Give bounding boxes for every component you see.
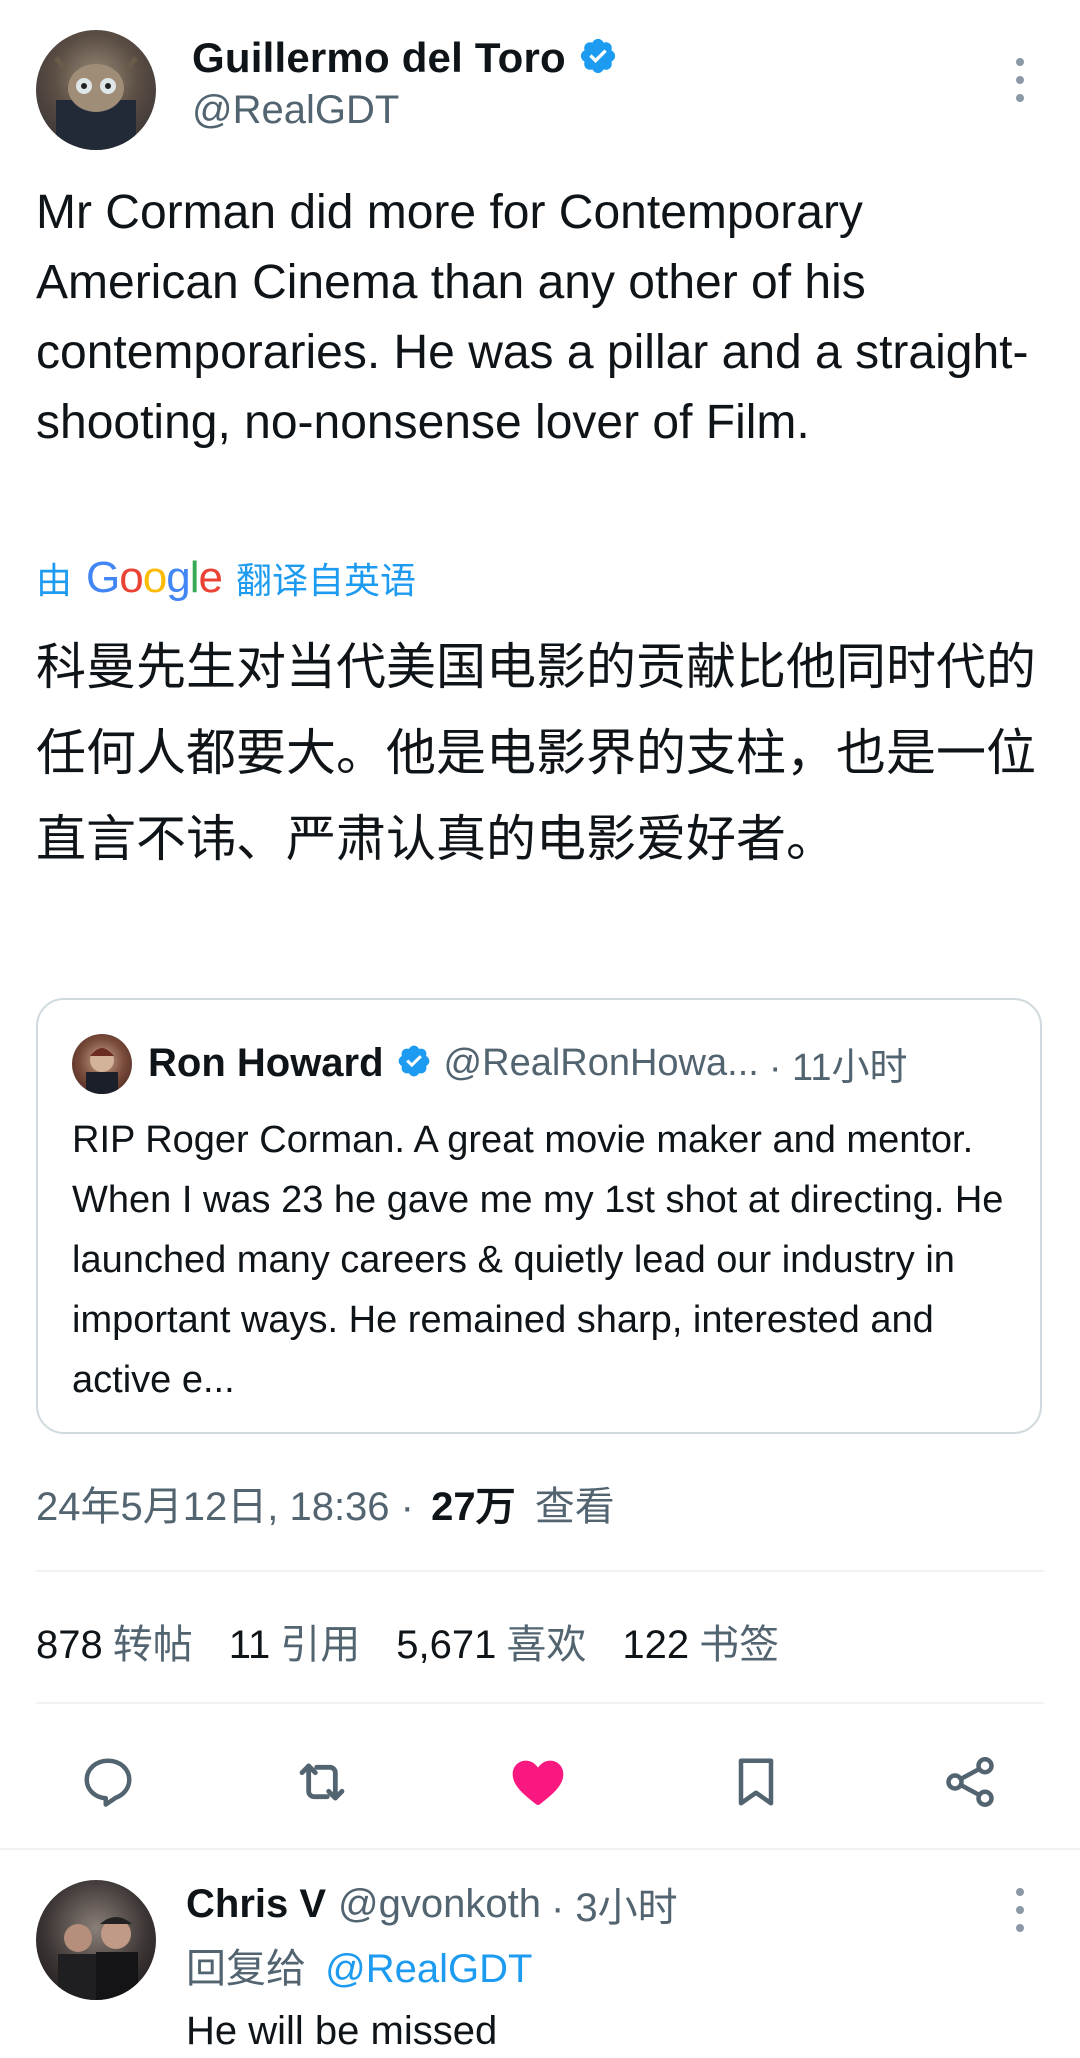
translate-link[interactable]: 由 Google 翻译自英语 — [36, 548, 416, 608]
divider — [36, 1570, 1044, 1572]
reply-more-options-icon[interactable] — [1014, 1888, 1026, 1932]
reply-icon — [84, 1758, 132, 1807]
reply-text: He will be missed — [186, 2009, 498, 2053]
retweet-button[interactable] — [282, 1742, 362, 1822]
reply-author-handle[interactable]: @gvonkoth — [338, 1882, 541, 1927]
bookmark-icon — [738, 1758, 774, 1806]
stat-quotes[interactable]: 11 引用 — [229, 1612, 361, 1670]
views-count: 27万 — [431, 1485, 516, 1529]
reply-to-handle-link[interactable]: @RealGDT — [325, 1947, 532, 1991]
quote-text: RIP Roger Corman. A great movie maker an… — [72, 1119, 1004, 1401]
reply-time: · 3小时 — [551, 1886, 678, 1930]
author-avatar[interactable] — [36, 30, 156, 150]
share-icon — [946, 1757, 994, 1807]
quoted-tweet-card[interactable]: Ron Howard @RealRonHowa... · 11小时 RIP Ro… — [36, 998, 1042, 1434]
views-label: 查看 — [534, 1485, 615, 1529]
tweet-timestamp: 24年5月12日, 18:36 · — [36, 1485, 414, 1529]
quote-verified-badge-icon — [396, 1043, 432, 1084]
divider — [36, 1702, 1044, 1704]
stat-bookmarks[interactable]: 122 书签 — [622, 1612, 779, 1670]
stat-reposts[interactable]: 878 转帖 — [36, 1612, 193, 1670]
reply-author-avatar[interactable] — [36, 1880, 156, 2000]
reply-to-prefix: 回复给 — [186, 1947, 306, 1991]
tweet-meta: 24年5月12日, 18:36 · 27万 查看 — [36, 1474, 615, 1532]
author-handle[interactable]: @RealGDT — [192, 88, 399, 133]
reply-to-line: 回复给 @RealGDT — [186, 1936, 532, 1994]
translate-suffix: 翻译自英语 — [235, 560, 416, 601]
bookmark-button[interactable] — [716, 1742, 796, 1822]
quote-author-name[interactable]: Ron Howard — [148, 1041, 384, 1086]
like-button[interactable] — [498, 1742, 578, 1822]
like-icon — [512, 1760, 564, 1805]
retweet-icon — [299, 1763, 345, 1801]
translate-prefix: 由 — [36, 560, 73, 601]
reply-author-name[interactable]: Chris V — [186, 1882, 326, 1927]
author-name[interactable]: Guillermo del Toro — [192, 34, 566, 82]
stat-likes[interactable]: 5,671 喜欢 — [396, 1612, 586, 1670]
section-divider — [0, 1848, 1080, 1850]
verified-badge-icon — [578, 36, 618, 81]
more-options-icon[interactable] — [1014, 58, 1026, 102]
share-button[interactable] — [930, 1742, 1010, 1822]
reply-button[interactable] — [68, 1742, 148, 1822]
quote-author-handle[interactable]: @RealRonHowa... — [444, 1042, 759, 1085]
translated-text: 科曼先生对当代美国电影的贡献比他同时代的任何人都要大。他是电影界的支柱，也是一位… — [36, 639, 1036, 867]
quote-time: · 11小时 — [768, 1046, 908, 1089]
engagement-stats: 878 转帖 11 引用 5,671 喜欢 122 书签 — [36, 1612, 779, 1670]
quote-author-avatar[interactable] — [72, 1034, 132, 1094]
google-logo: Google — [86, 553, 223, 602]
tweet-text: Mr Corman did more for Contemporary Amer… — [36, 186, 1029, 449]
reply-header: Chris V @gvonkoth · 3小时 — [186, 1874, 678, 1934]
author-name-row[interactable]: Guillermo del Toro — [192, 30, 618, 86]
